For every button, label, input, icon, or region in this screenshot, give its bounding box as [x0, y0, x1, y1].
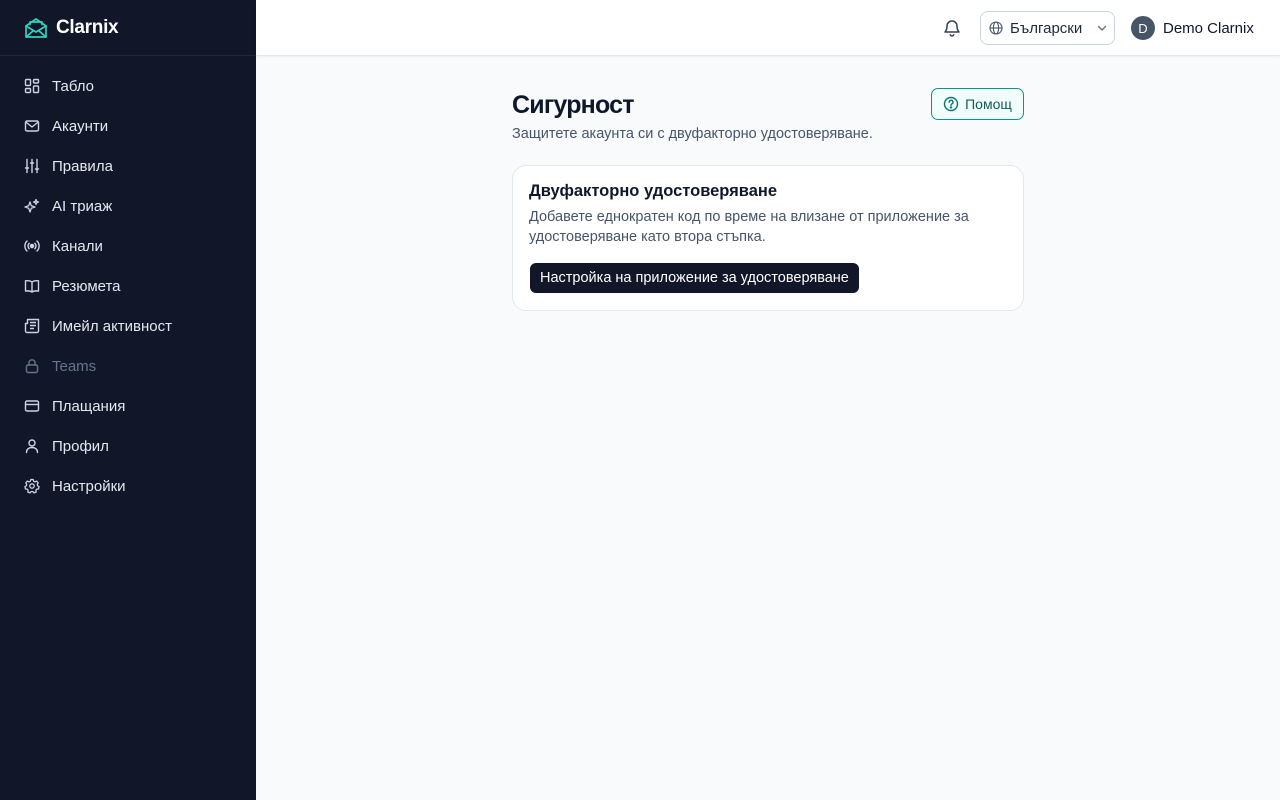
sidebar: Clarnix Табло Акаунти Правила AI триаж К… — [0, 0, 256, 800]
chevron-down-icon — [1096, 22, 1108, 34]
sidebar-item-teams: Teams — [0, 346, 256, 386]
sidebar-item-accounts[interactable]: Акаунти — [0, 106, 256, 146]
sidebar-item-label: Настройки — [52, 477, 126, 495]
help-circle-icon — [943, 96, 959, 112]
page-subtitle: Защитете акаунта си с двуфакторно удосто… — [512, 126, 873, 142]
mail-icon — [24, 118, 40, 134]
sidebar-item-label: Акаунти — [52, 117, 109, 135]
credit-card-icon — [24, 398, 40, 414]
sparkles-icon — [24, 198, 40, 214]
help-label: Помощ — [965, 96, 1012, 112]
lock-icon — [24, 358, 40, 374]
language-select[interactable]: Български — [980, 11, 1115, 45]
sidebar-item-settings[interactable]: Настройки — [0, 466, 256, 506]
radio-icon — [24, 238, 40, 254]
sidebar-item-label: Правила — [52, 157, 113, 175]
sliders-icon — [24, 158, 40, 174]
brand[interactable]: Clarnix — [0, 0, 256, 56]
user-name: Demo Clarnix — [1163, 19, 1254, 37]
language-label: Български — [1010, 19, 1083, 37]
sidebar-item-label: Имейл активност — [52, 317, 173, 335]
sidebar-item-label: Канали — [52, 237, 103, 255]
sidebar-item-ai-triage[interactable]: AI триаж — [0, 186, 256, 226]
top-bar: Български D Demo Clarnix — [256, 0, 1280, 56]
envelope-logo-icon — [24, 15, 48, 41]
gear-icon — [24, 478, 40, 494]
sidebar-item-label: Табло — [52, 77, 95, 95]
sidebar-nav: Табло Акаунти Правила AI триаж Канали Ре… — [0, 56, 256, 506]
newspaper-icon — [24, 318, 40, 334]
sidebar-item-email-activity[interactable]: Имейл активност — [0, 306, 256, 346]
sidebar-item-rules[interactable]: Правила — [0, 146, 256, 186]
brand-name: Clarnix — [56, 16, 119, 38]
sidebar-item-payments[interactable]: Плащания — [0, 386, 256, 426]
sidebar-item-profile[interactable]: Профил — [0, 426, 256, 466]
sidebar-item-summaries[interactable]: Резюмета — [0, 266, 256, 306]
main-content: Сигурност Помощ Защитете акаунта си с дв… — [512, 88, 1024, 311]
user-menu[interactable]: D Demo Clarnix — [1131, 16, 1254, 40]
user-icon — [24, 438, 40, 454]
help-button[interactable]: Помощ — [931, 88, 1024, 120]
avatar: D — [1131, 16, 1155, 40]
card-title: Двуфакторно удостоверяване — [529, 182, 778, 200]
sidebar-item-channels[interactable]: Канали — [0, 226, 256, 266]
bell-icon[interactable] — [940, 16, 964, 40]
card-description: Добавете еднократен код по време на влиз… — [529, 209, 969, 245]
sidebar-item-label: Teams — [52, 357, 97, 375]
setup-authenticator-button[interactable]: Настройка на приложение за удостоверяван… — [530, 263, 859, 293]
sidebar-item-label: Профил — [52, 437, 109, 455]
two-factor-card: Двуфакторно удостоверяване Добавете едно… — [512, 165, 1024, 311]
page-header: Сигурност Помощ — [512, 88, 1024, 122]
globe-icon — [989, 21, 1003, 35]
sidebar-item-dashboard[interactable]: Табло — [0, 66, 256, 106]
dashboard-icon — [24, 78, 40, 94]
sidebar-item-label: Плащания — [52, 397, 126, 415]
sidebar-item-label: AI триаж — [52, 197, 113, 215]
book-icon — [24, 278, 40, 294]
sidebar-item-label: Резюмета — [52, 277, 121, 295]
